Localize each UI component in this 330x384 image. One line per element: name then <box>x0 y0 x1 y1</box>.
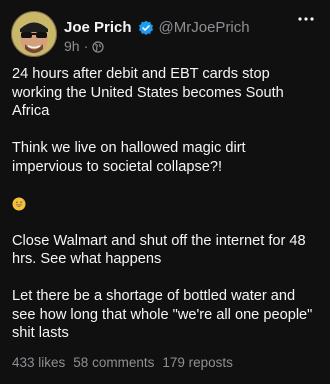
post-body: 24 hours after debit and EBT cards stop … <box>12 65 318 343</box>
author-row: Joe Prich @MrJoePrich <box>64 19 250 37</box>
post-emoji-line <box>12 195 318 214</box>
avatar[interactable] <box>11 11 57 57</box>
post-paragraph-4: Let there be a shortage of bottled water… <box>12 288 313 341</box>
verified-badge-icon <box>138 20 154 36</box>
author-handle[interactable]: @MrJoePrich <box>159 19 250 37</box>
globe-icon <box>92 40 104 53</box>
post-paragraph-2: Think we live on hallowed magic dirt imp… <box>12 140 246 175</box>
comments-count[interactable]: 58 comments <box>73 355 154 370</box>
more-options-icon[interactable] <box>296 12 316 24</box>
post-time[interactable]: 9h <box>64 38 80 54</box>
grinning-sweat-emoji-icon <box>12 197 26 211</box>
post-meta: 9h · <box>64 38 104 54</box>
post-paragraph-3: Close Walmart and shut off the internet … <box>12 232 306 268</box>
avatar-image <box>11 11 57 57</box>
post: Joe Prich @MrJoePrich 9h · 24 hours afte… <box>0 0 330 384</box>
post-stats: 433 likes 58 comments 179 reposts <box>12 355 241 370</box>
reposts-count[interactable]: 179 reposts <box>162 355 233 370</box>
display-name[interactable]: Joe Prich <box>64 19 132 37</box>
likes-count[interactable]: 433 likes <box>12 355 65 370</box>
post-paragraph-1: 24 hours after debit and EBT cards stop … <box>12 66 284 119</box>
meta-separator: · <box>83 38 89 54</box>
